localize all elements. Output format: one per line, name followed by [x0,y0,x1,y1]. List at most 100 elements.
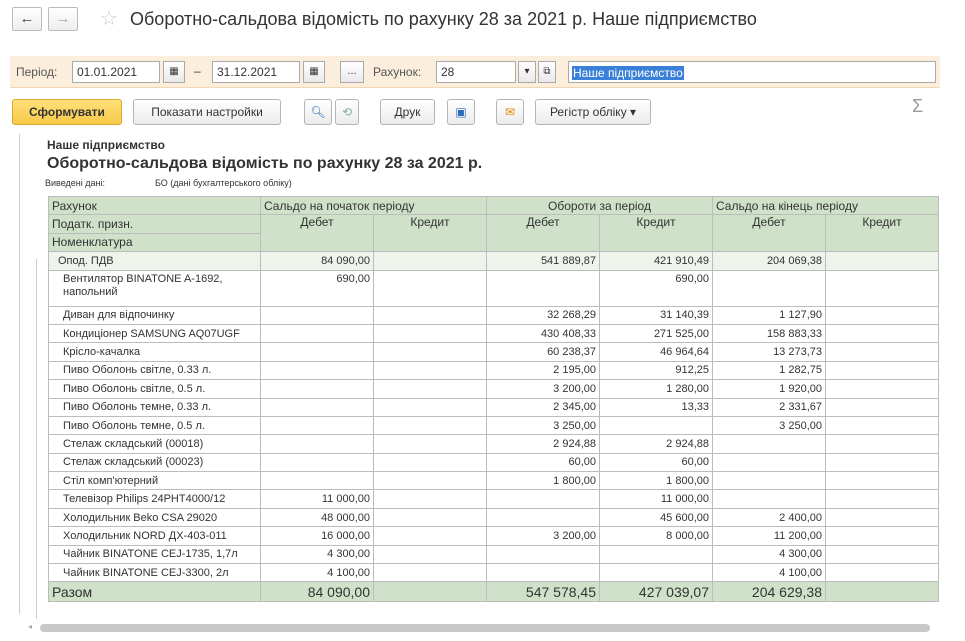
header-account: Рахунок [48,195,261,216]
nomenclature-name: Чайник BINATONE CEJ-1735, 1,7л [48,544,261,565]
entered-data-label: Виведені дані: [45,178,105,188]
cell: 421 910,49 [599,251,713,271]
cell: 8 000,00 [599,526,713,546]
total-label: Разом [48,581,261,603]
cell: 547 578,45 [486,581,600,603]
cell [599,415,713,436]
cell [712,269,826,307]
cell: 4 300,00 [712,544,826,565]
cell [260,342,374,362]
horizontal-scrollbar[interactable] [40,624,930,632]
cell [825,489,939,509]
date-from-field[interactable]: 01.01.2021 [72,61,160,83]
nomenclature-name: Чайник BINATONE CEJ-3300, 2л [48,563,261,583]
cell: 32 268,29 [486,305,600,325]
cell [486,563,600,583]
table-row[interactable]: Холодильник Beko CSA 29020 48 000,00 45 60… [48,507,939,528]
header-turnover-credit: Кредит [599,214,713,253]
cell [260,323,374,344]
parameters-bar: Період: 01.01.2021 ▦ – 31.12.2021 ▦ ... … [10,56,940,88]
report-organization: Наше підприємство [47,138,165,152]
cell: 60,00 [486,452,600,473]
cell: 430 408,33 [486,323,600,344]
cell [599,563,713,583]
table-row[interactable]: Холодильник NORD ДХ-403-011 16 000,00 3 20… [48,526,939,546]
table-row[interactable]: Вентилятор BINATONE A-1692, напольний 690… [48,269,939,307]
calendar-to-icon[interactable]: ▦ [303,61,325,83]
email-icon[interactable]: ✉ [496,99,524,125]
table-row[interactable]: Чайник BINATONE CEJ-1735, 1,7л 4 300,00 4 … [48,544,939,565]
period-label: Період: [16,65,58,79]
print-preview-icon[interactable]: ▣ [447,99,475,125]
calendar-from-icon[interactable]: ▦ [163,61,185,83]
header-closing-balance: Сальдо на кінець періоду [712,195,939,216]
period-dash: – [194,64,201,78]
table-row[interactable]: Крісло-качалка 60 238,37 46 964,64 13 273,7… [48,342,939,362]
cell [486,507,600,528]
title-bar: ← → ☆ Оборотно-сальдова відомість по рах… [0,0,965,40]
table-row[interactable]: Телевізор Philips 24PHT4000/12 11 000,00 1… [48,489,939,509]
group-name: Опод. ПДВ [58,254,114,267]
register-button[interactable]: Регістр обліку ▾ [535,99,651,125]
cell [260,452,374,473]
grouping-line [19,134,20,614]
search-icon[interactable]: 🔍︎ [304,99,332,125]
cell [260,305,374,325]
group-row[interactable]: −Опод. ПДВ 84 090,00 541 889,87 421 910,… [48,251,939,271]
cell: 2 331,67 [712,397,826,417]
table-row[interactable]: Стелаж складський (00023) 60,00 60,00 [48,452,939,473]
table-row[interactable]: Пиво Оболонь темне, 0.33 л. 2 345,00 13,33… [48,397,939,417]
form-report-button[interactable]: Сформувати [12,99,122,125]
cell [373,269,487,307]
period-select-button[interactable]: ... [340,61,364,83]
cell: 1 282,75 [712,360,826,381]
header-turnover-debit: Дебет [486,214,600,253]
cell: 2 924,88 [599,434,713,454]
scroll-left-icon[interactable]: ◂ [28,622,32,631]
table-row[interactable]: Пиво Оболонь темне, 0.5 л. 3 250,00 3 250,… [48,415,939,436]
table-row[interactable]: Чайник BINATONE CEJ-3300, 2л 4 100,00 4 10… [48,563,939,583]
cell: 84 090,00 [260,581,374,603]
cell [373,342,487,362]
date-to-field[interactable]: 31.12.2021 [212,61,300,83]
forward-button[interactable]: → [48,7,78,31]
cell: 690,00 [599,269,713,307]
cell: 1 920,00 [712,379,826,399]
cell: 1 127,90 [712,305,826,325]
cell: 204 069,38 [712,251,826,271]
table-row[interactable]: Пиво Оболонь світле, 0.5 л. 3 200,00 1 280… [48,379,939,399]
cell: 2 400,00 [712,507,826,528]
table-row[interactable]: Диван для відпочинку 32 268,29 31 140,39 1 … [48,305,939,325]
account-field[interactable]: 28 [436,61,516,83]
cell [373,526,487,546]
cell [486,544,600,565]
cell: 912,25 [599,360,713,381]
cell [825,544,939,565]
cell [825,251,939,271]
table-row[interactable]: Кондиціонер SAMSUNG AQ07UGF 430 408,33 271… [48,323,939,344]
cell [260,415,374,436]
cell [825,323,939,344]
nomenclature-name: Пиво Оболонь темне, 0.33 л. [48,397,261,417]
cell: 3 200,00 [486,526,600,546]
cell: 1 280,00 [599,379,713,399]
organization-field[interactable]: Наше підприємство [568,61,936,83]
table-row[interactable]: Пиво Оболонь світле, 0.33 л. 2 195,00 912,… [48,360,939,381]
nomenclature-name: Телевізор Philips 24PHT4000/12 [48,489,261,509]
cell: 48 000,00 [260,507,374,528]
account-open-icon[interactable]: ⧉ [538,61,556,83]
account-dropdown-icon[interactable]: ▾ [518,61,536,83]
favorite-star-icon[interactable]: ☆ [100,6,118,31]
cell [260,434,374,454]
table-row[interactable]: Стіл комп'ютерний 1 800,00 1 800,00 [48,471,939,491]
cell: 11 200,00 [712,526,826,546]
cell: 1 800,00 [486,471,600,491]
sum-icon[interactable]: Σ [912,96,923,117]
table-row[interactable]: Стелаж складський (00018) 2 924,88 2 924,8… [48,434,939,454]
nomenclature-name: Кондиціонер SAMSUNG AQ07UGF [48,323,261,344]
print-button[interactable]: Друк [380,99,435,125]
back-button[interactable]: ← [12,7,42,31]
cell [373,323,487,344]
show-settings-button[interactable]: Показати настройки [133,99,281,125]
cancel-search-icon[interactable]: ⟲ [335,99,359,125]
